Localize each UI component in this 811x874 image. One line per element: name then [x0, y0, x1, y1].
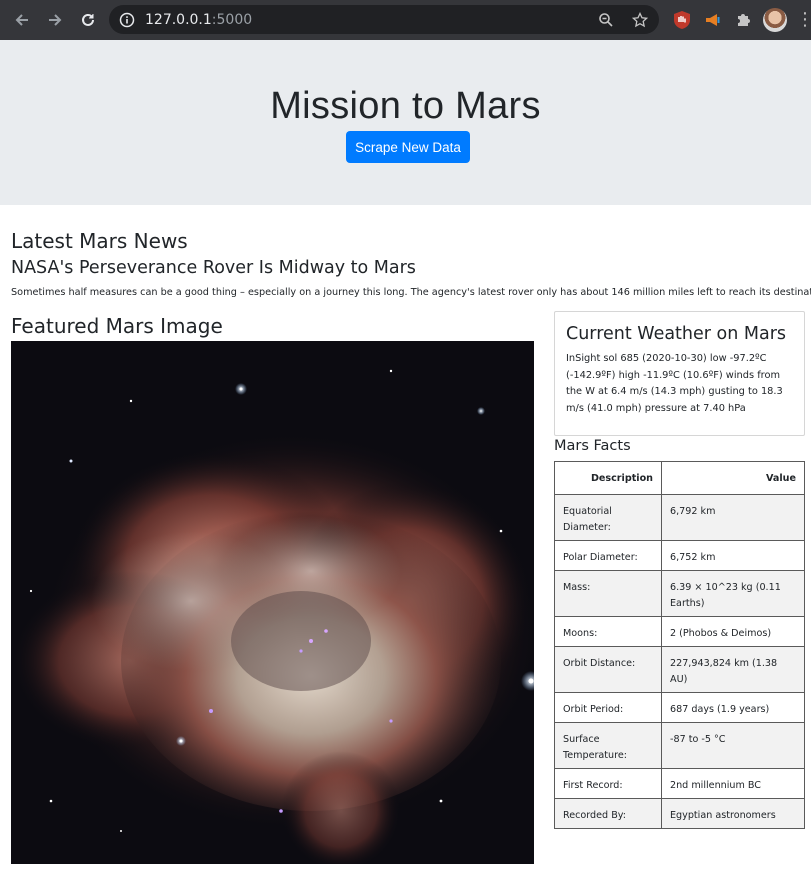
kebab-menu-icon[interactable]: ⋮: [796, 11, 811, 29]
back-button[interactable]: [7, 5, 37, 35]
table-row: Orbit Distance: 227,943,824 km (1.38 AU): [554, 646, 805, 693]
news-paragraph: Sometimes half measures can be a good th…: [11, 287, 811, 298]
fact-description: Orbit Distance:: [554, 646, 662, 693]
weather-text: InSight sol 685 (2020-10-30) low -97.2ºC…: [566, 353, 783, 414]
fact-value: 6.39 × 10^23 kg (0.11 Earths): [661, 570, 805, 617]
fact-value: 227,943,824 km (1.38 AU): [661, 646, 805, 693]
fact-description: Moons:: [554, 616, 662, 647]
table-row: Surface Temperature: -87 to -5 °C: [554, 722, 805, 769]
column-header-description: Description: [554, 461, 662, 495]
url-host: 127.0.0.1: [145, 11, 212, 28]
forward-button[interactable]: [40, 5, 70, 35]
jumbotron: Mission to Mars Scrape New Data: [0, 40, 811, 205]
fact-description: Recorded By:: [554, 798, 662, 829]
reload-icon: [82, 13, 94, 26]
fact-description: Equatorial Diameter:: [554, 494, 662, 541]
weather-card: Current Weather on Mars InSight sol 685 …: [554, 311, 805, 436]
mars-facts-heading: Mars Facts: [554, 438, 631, 454]
table-header-row: Description Value: [554, 461, 805, 495]
table-row: Orbit Period: 687 days (1.9 years): [554, 692, 805, 723]
bookmark-star-icon[interactable]: [629, 9, 651, 31]
table-row: Recorded By: Egyptian astronomers: [554, 798, 805, 829]
profile-avatar[interactable]: [763, 8, 787, 32]
table-row: Polar Diameter: 6,752 km: [554, 540, 805, 571]
page-title: Mission to Mars: [270, 85, 541, 127]
fact-value: 687 days (1.9 years): [661, 692, 805, 723]
fact-value: 2 (Phobos & Deimos): [661, 616, 805, 647]
featured-image-heading: Featured Mars Image: [11, 314, 223, 338]
table-row: Mass: 6.39 × 10^23 kg (0.11 Earths): [554, 570, 805, 617]
ublock-icon[interactable]: [670, 8, 694, 32]
browser-toolbar: 127.0.0.1:5000 ⋮: [0, 0, 811, 40]
arrow-left-icon: [15, 14, 28, 26]
url-text: 127.0.0.1:5000: [145, 12, 252, 28]
extensions-puzzle-icon[interactable]: [732, 8, 756, 32]
reload-button[interactable]: [73, 5, 103, 35]
fact-description: Polar Diameter:: [554, 540, 662, 571]
news-title: NASA's Perseverance Rover Is Midway to M…: [11, 258, 416, 278]
featured-mars-image[interactable]: [11, 341, 534, 864]
latest-news-heading: Latest Mars News: [11, 229, 188, 253]
table-row: Moons: 2 (Phobos & Deimos): [554, 616, 805, 647]
address-bar[interactable]: 127.0.0.1:5000: [109, 5, 659, 34]
mars-facts-table: Description Value Equatorial Diameter: 6,…: [554, 461, 805, 829]
site-info-icon[interactable]: [118, 11, 136, 29]
fact-value: 6,752 km: [661, 540, 805, 571]
fact-value: -87 to -5 °C: [661, 722, 805, 769]
fact-value: 2nd millennium BC: [661, 768, 805, 799]
megaphone-extension-icon[interactable]: [701, 8, 725, 32]
fact-description: First Record:: [554, 768, 662, 799]
table-row: First Record: 2nd millennium BC: [554, 768, 805, 799]
weather-heading: Current Weather on Mars: [566, 324, 787, 344]
arrow-right-icon: [49, 14, 62, 26]
column-header-value: Value: [661, 461, 805, 495]
scrape-new-data-button[interactable]: Scrape New Data: [346, 131, 470, 163]
fact-description: Orbit Period:: [554, 692, 662, 723]
zoom-icon[interactable]: [595, 9, 617, 31]
fact-value: Egyptian astronomers: [661, 798, 805, 829]
table-row: Equatorial Diameter: 6,792 km: [554, 494, 805, 541]
fact-description: Mass:: [554, 570, 662, 617]
url-port: :5000: [211, 11, 253, 28]
fact-description: Surface Temperature:: [554, 722, 662, 769]
fact-value: 6,792 km: [661, 494, 805, 541]
